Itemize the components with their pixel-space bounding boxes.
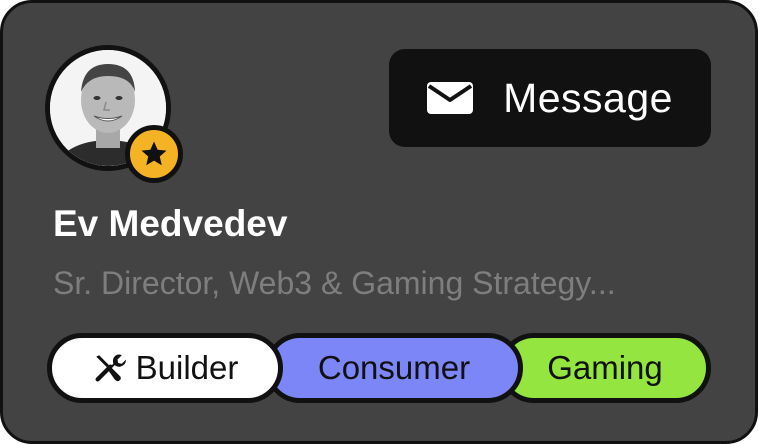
profile-card: Message Ev Medvedev Sr. Director, Web3 &… — [0, 0, 758, 444]
envelope-icon — [427, 82, 474, 114]
tag-label: Builder — [135, 349, 239, 386]
profile-name: Ev Medvedev — [53, 203, 288, 244]
tag-label: Gaming — [547, 349, 663, 386]
message-button[interactable]: Message — [389, 49, 711, 147]
tools-icon — [95, 354, 126, 382]
star-icon — [141, 141, 167, 166]
tag-builder[interactable]: Builder — [47, 333, 283, 403]
avatar-container[interactable] — [45, 45, 183, 183]
tag-gaming[interactable]: Gaming — [499, 333, 711, 403]
tag-label: Consumer — [317, 349, 471, 386]
tag-consumer[interactable]: Consumer — [265, 333, 523, 403]
message-button-label: Message — [503, 74, 673, 121]
profile-title: Sr. Director, Web3 & Gaming Strategy... — [53, 265, 616, 301]
star-badge — [125, 125, 183, 183]
